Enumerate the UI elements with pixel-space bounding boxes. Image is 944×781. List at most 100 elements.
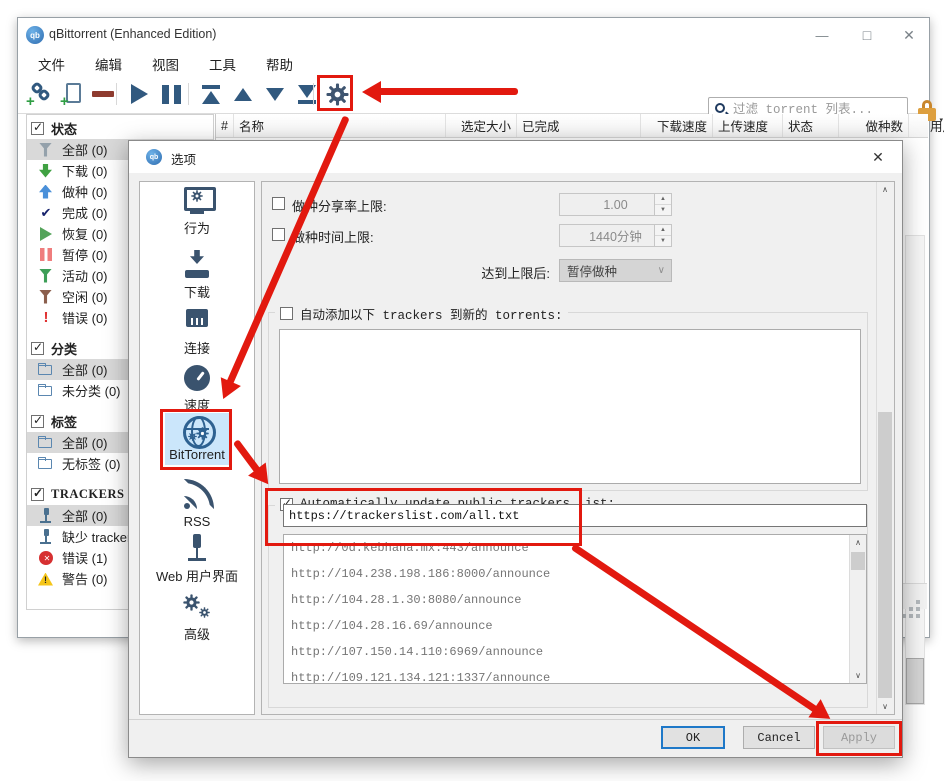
menu-item-4[interactable]: 帮助 <box>257 52 302 76</box>
column-header-2[interactable]: 选定大小 <box>446 114 517 137</box>
title-bar: qb qBittorrent (Enhanced Edition) — □ ✕ <box>18 18 929 51</box>
sidebar-item-label: 全部 (0) <box>62 433 108 452</box>
folder-icon <box>38 435 54 451</box>
move-top-icon <box>202 85 220 104</box>
tracker-url-1: http://104.238.198.186:8000/announce <box>284 561 866 587</box>
dialog-close-button[interactable]: ✕ <box>866 147 890 167</box>
section-title: 状态 <box>51 119 77 138</box>
column-header-8[interactable]: 用户 <box>909 114 944 137</box>
sidebar-item-label: 全部 (0) <box>62 506 108 525</box>
scroll-down-icon[interactable]: ∨ <box>877 699 893 714</box>
scrollbar-thumb[interactable] <box>851 552 865 570</box>
column-header-7[interactable]: 做种数 <box>839 114 909 137</box>
nav-item-连接[interactable]: 连接 <box>140 304 254 360</box>
auto-add-checkbox[interactable] <box>280 307 293 320</box>
nav-item-label: 连接 <box>180 338 214 357</box>
scrollbar-thumb[interactable] <box>906 658 924 704</box>
nav-item-高级[interactable]: 高级 <box>140 590 254 646</box>
remove-button[interactable] <box>89 80 117 108</box>
limit-reached-select[interactable]: 暂停做种 ∨ <box>559 259 672 282</box>
resize-grip[interactable] <box>916 600 920 604</box>
warning-icon <box>38 571 54 587</box>
tracker-icon <box>38 529 54 545</box>
sidebar-item-label: 错误 (1) <box>62 548 108 567</box>
scrollbar-thumb[interactable] <box>878 412 892 698</box>
play-icon <box>131 84 148 104</box>
chevron-down-icon: ∨ <box>658 265 665 276</box>
share-ratio-checkbox[interactable] <box>272 197 285 210</box>
scroll-up-icon[interactable]: ∧ <box>877 182 893 197</box>
tracker-icon <box>38 508 54 524</box>
column-header-6[interactable]: 状态 <box>783 114 839 137</box>
scroll-up-icon[interactable]: ∧ <box>850 535 866 550</box>
seed-time-checkbox[interactable] <box>272 228 285 241</box>
nav-item-label: RSS <box>180 514 214 529</box>
auto-add-textarea[interactable] <box>279 329 861 484</box>
move-down-button[interactable] <box>261 80 289 108</box>
sidebar-item-label: 空闲 (0) <box>62 287 108 306</box>
nav-item-label: 行为 <box>180 218 214 237</box>
sidebar-section-0: 状态 <box>27 118 213 139</box>
section-checkbox[interactable] <box>31 415 44 428</box>
column-header-3[interactable]: 已完成 <box>517 114 641 137</box>
seed-time-spinbox[interactable]: 1440分钟 ▲▼ <box>559 224 672 247</box>
add-file-button[interactable]: + <box>59 80 87 108</box>
spinner-buttons[interactable]: ▲▼ <box>654 194 671 215</box>
cancel-button[interactable]: Cancel <box>743 726 815 749</box>
sidebar-item-label: 恢复 (0) <box>62 224 108 243</box>
folder-icon <box>38 383 54 399</box>
move-top-button[interactable] <box>197 80 225 108</box>
nav-item-rss[interactable]: RSS <box>140 480 254 532</box>
folder-icon <box>38 362 54 378</box>
pause-red-icon <box>38 247 54 263</box>
section-checkbox[interactable] <box>31 342 44 355</box>
column-header-5[interactable]: 上传速度 <box>713 114 783 137</box>
nav-item-下载[interactable]: 下载 <box>140 248 254 304</box>
pause-button[interactable] <box>157 80 185 108</box>
share-ratio-spinbox[interactable]: 1.00 ▲▼ <box>559 193 672 216</box>
sidebar-item-label: 暂停 (0) <box>62 245 108 264</box>
menu-item-2[interactable]: 视图 <box>143 52 188 76</box>
search-icon <box>715 103 725 113</box>
close-button[interactable]: ✕ <box>894 24 924 46</box>
spinner-buttons[interactable]: ▲▼ <box>654 225 671 246</box>
add-link-button[interactable]: + <box>27 80 55 108</box>
resume-button[interactable] <box>125 80 153 108</box>
error-circle-icon <box>38 550 54 566</box>
annotation-box-apply <box>816 721 902 756</box>
funnel-green-icon <box>38 268 54 284</box>
nav-item-行为[interactable]: 行为 <box>140 184 254 240</box>
menu-item-1[interactable]: 编辑 <box>86 52 131 76</box>
nav-item-web-用户界面[interactable]: Web 用户界面 <box>140 532 254 588</box>
annotation-box-settings <box>317 75 353 111</box>
speed-icon <box>180 363 214 393</box>
spin-up-icon: ▲ <box>655 194 671 205</box>
minimize-button[interactable]: — <box>807 24 837 46</box>
scroll-down-icon[interactable]: ∨ <box>850 668 866 683</box>
move-down-icon <box>266 88 284 101</box>
column-header-4[interactable]: 下载速度 <box>641 114 713 137</box>
tracker-list-scrollbar[interactable]: ∧ ∨ <box>849 535 866 683</box>
move-up-button[interactable] <box>229 80 257 108</box>
add-link-icon: + <box>29 82 53 106</box>
column-header-0[interactable]: # <box>216 114 234 137</box>
sidebar-item-label: 未分类 (0) <box>62 381 121 400</box>
section-checkbox[interactable] <box>31 122 44 135</box>
dialog-content: 做种分享率上限: 1.00 ▲▼ 做种时间上限: 1440分钟 ▲▼ 达到上限后… <box>261 181 895 715</box>
button-separator <box>129 719 902 720</box>
auto-add-label: 自动添加以下 trackers 到新的 torrents: <box>300 304 563 323</box>
arrow-up-blue-icon <box>38 184 54 200</box>
section-checkbox[interactable] <box>31 488 44 501</box>
menu-item-0[interactable]: 文件 <box>29 52 74 76</box>
maximize-button[interactable]: □ <box>852 24 882 46</box>
folder-icon <box>38 456 54 472</box>
funnel-brown-icon <box>38 289 54 305</box>
table-scrollbar[interactable] <box>905 235 925 705</box>
nav-item-label: 下载 <box>180 282 214 301</box>
dialog-scrollbar[interactable]: ∧ ∨ <box>876 182 894 714</box>
menu-item-3[interactable]: 工具 <box>200 52 245 76</box>
toolbar-separator <box>313 83 314 105</box>
tracker-list[interactable]: http://0d.kebhana.mx:443/announcehttp://… <box>283 534 867 684</box>
arrow-down-green-icon <box>38 163 54 179</box>
ok-button[interactable]: OK <box>661 726 725 749</box>
